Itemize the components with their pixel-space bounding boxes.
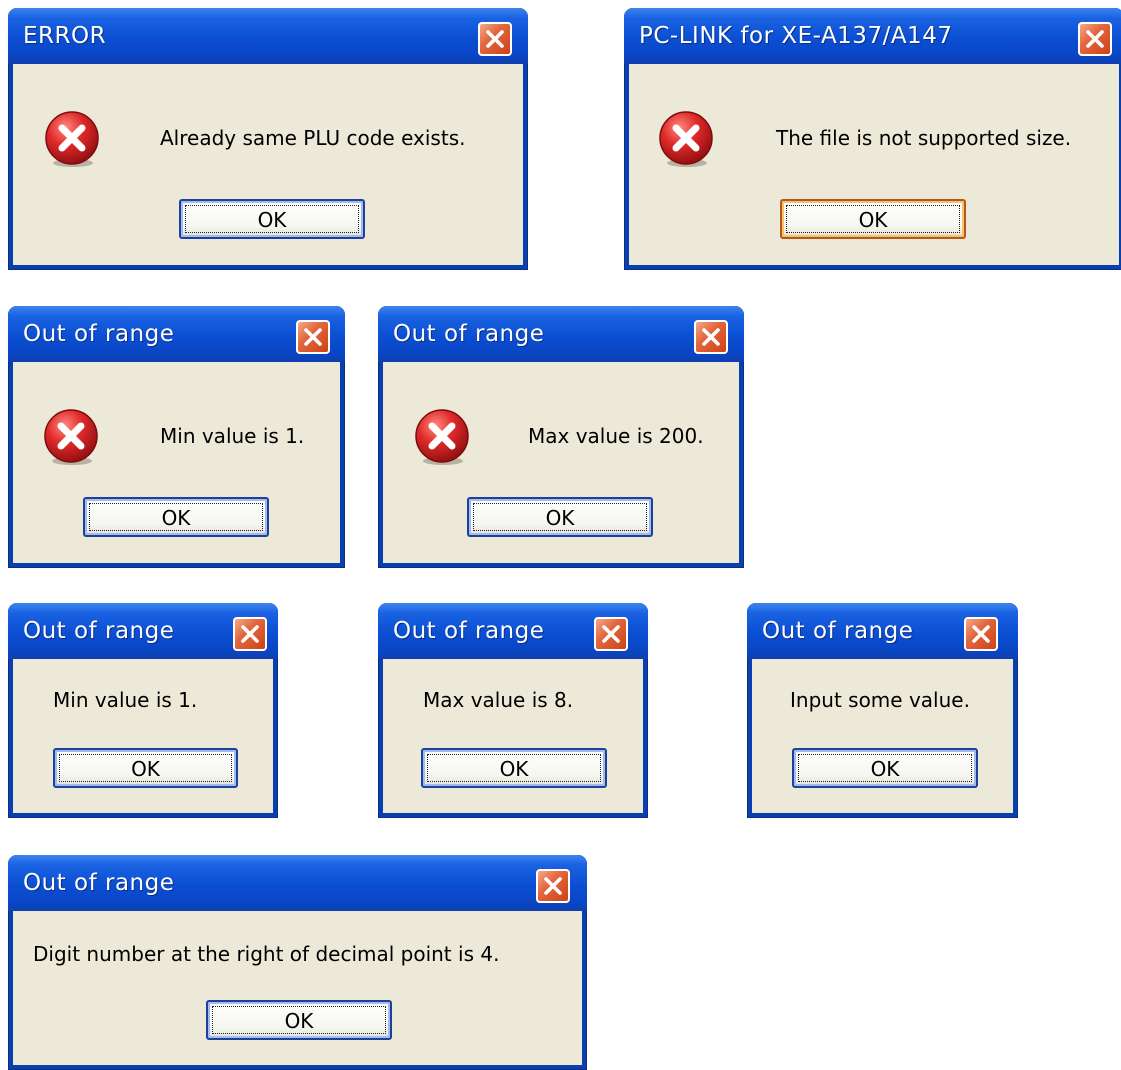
ok-button-label: OK xyxy=(499,757,529,781)
ok-button-label: OK xyxy=(131,757,160,781)
dialog-message: Min value is 1. xyxy=(160,424,305,448)
dialog-title: Out of range xyxy=(23,870,175,896)
out-of-range-dialog: Out of range Digit number at the right o… xyxy=(8,855,587,1070)
dialog-title: Out of range xyxy=(762,618,914,644)
error-icon xyxy=(43,110,101,168)
dialog-title: Out of range xyxy=(393,321,545,347)
close-icon xyxy=(298,322,328,352)
close-button[interactable] xyxy=(964,617,998,651)
error-icon xyxy=(413,408,471,466)
pc-link-dialog: PC-LINK for XE-A137/A147 The file is not… xyxy=(624,8,1121,270)
ok-button-label: OK xyxy=(257,208,287,232)
dialog-title: ERROR xyxy=(23,23,107,49)
title-bar[interactable]: Out of range xyxy=(747,603,1018,659)
close-button[interactable] xyxy=(594,617,628,651)
close-button[interactable] xyxy=(1078,22,1112,56)
title-bar[interactable]: ERROR xyxy=(8,8,528,64)
title-bar[interactable]: Out of range xyxy=(378,603,648,659)
dialog-title: PC-LINK for XE-A137/A147 xyxy=(639,23,953,49)
ok-button-label: OK xyxy=(161,506,191,530)
close-button[interactable] xyxy=(296,320,330,354)
dialog-title: Out of range xyxy=(393,618,545,644)
close-icon xyxy=(696,322,726,352)
title-bar[interactable]: Out of range xyxy=(8,855,587,911)
close-button[interactable] xyxy=(478,22,512,56)
dialog-message: Max value is 200. xyxy=(528,424,704,448)
dialog-title: Out of range xyxy=(23,321,175,347)
out-of-range-dialog: Out of range Input some value. OK xyxy=(747,603,1018,818)
ok-button[interactable]: OK xyxy=(83,497,269,537)
dialog-body: The file is not supported size. OK xyxy=(629,64,1119,265)
close-button[interactable] xyxy=(233,617,267,651)
ok-button-label: OK xyxy=(284,1009,314,1033)
error-dialog: ERROR Already same PLU code exists. OK xyxy=(8,8,528,270)
out-of-range-dialog: Out of range Min value is 1. OK xyxy=(8,603,278,818)
title-bar[interactable]: Out of range xyxy=(8,603,278,659)
out-of-range-dialog: Out of range Min value is 1. OK xyxy=(8,306,345,568)
dialog-message: The file is not supported size. xyxy=(776,126,1072,150)
dialog-body: Already same PLU code exists. OK xyxy=(13,64,523,265)
close-icon xyxy=(596,619,626,649)
dialog-body: Max value is 8. OK xyxy=(383,659,643,813)
error-icon xyxy=(657,110,715,168)
title-bar[interactable]: Out of range xyxy=(378,306,744,362)
title-bar[interactable]: PC-LINK for XE-A137/A147 xyxy=(624,8,1121,64)
dialog-message: Already same PLU code exists. xyxy=(160,126,466,150)
dialog-body: Max value is 200. OK xyxy=(383,362,739,563)
dialog-message: Digit number at the right of decimal poi… xyxy=(33,942,500,966)
out-of-range-dialog: Out of range Max value is 8. OK xyxy=(378,603,648,818)
error-icon xyxy=(42,408,100,466)
ok-button[interactable]: OK xyxy=(53,748,238,788)
ok-button[interactable]: OK xyxy=(179,199,365,239)
dialog-message: Max value is 8. xyxy=(423,688,574,712)
close-icon xyxy=(1080,24,1110,54)
dialog-body: Input some value. OK xyxy=(752,659,1013,813)
ok-button[interactable]: OK xyxy=(206,1000,392,1040)
ok-button[interactable]: OK xyxy=(421,748,607,788)
dialog-message: Min value is 1. xyxy=(53,688,198,712)
ok-button[interactable]: OK xyxy=(467,497,653,537)
out-of-range-dialog: Out of range Max value is 200. OK xyxy=(378,306,744,568)
dialog-message: Input some value. xyxy=(790,688,970,712)
dialog-body: Min value is 1. OK xyxy=(13,362,340,563)
close-icon xyxy=(480,24,510,54)
dialog-body: Digit number at the right of decimal poi… xyxy=(13,911,582,1065)
dialog-title: Out of range xyxy=(23,618,175,644)
close-button[interactable] xyxy=(536,869,570,903)
ok-button-label: OK xyxy=(870,757,900,781)
close-icon xyxy=(235,619,265,649)
ok-button-label: OK xyxy=(858,208,888,232)
close-button[interactable] xyxy=(694,320,728,354)
dialog-body: Min value is 1. OK xyxy=(13,659,273,813)
ok-button[interactable]: OK xyxy=(792,748,978,788)
title-bar[interactable]: Out of range xyxy=(8,306,345,362)
close-icon xyxy=(966,619,996,649)
ok-button-label: OK xyxy=(545,506,575,530)
close-icon xyxy=(538,871,568,901)
ok-button[interactable]: OK xyxy=(780,199,966,239)
